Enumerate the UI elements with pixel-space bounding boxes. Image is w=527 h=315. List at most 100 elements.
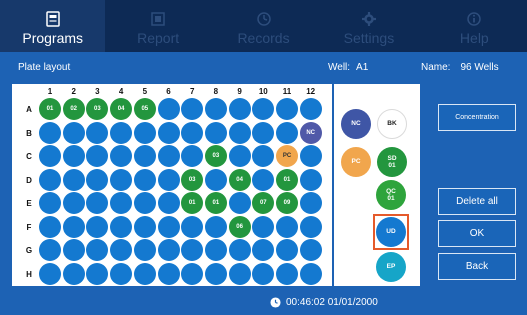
well-E5[interactable] <box>133 192 156 214</box>
well-F3[interactable] <box>86 215 109 238</box>
tab-records[interactable]: Records <box>211 0 316 52</box>
type-nc-button[interactable]: NC <box>341 109 371 139</box>
well-B10[interactable] <box>252 121 275 144</box>
well-D3[interactable] <box>86 168 109 191</box>
well-B11[interactable] <box>276 121 298 144</box>
well-G12[interactable] <box>299 239 322 261</box>
well-B6[interactable] <box>157 121 180 144</box>
type-sd-button[interactable]: SD 01 <box>377 147 407 177</box>
well-G11[interactable] <box>276 239 298 261</box>
well-A8[interactable] <box>204 98 227 120</box>
well-E12[interactable] <box>299 192 322 214</box>
well-H2[interactable] <box>62 262 85 285</box>
tab-report[interactable]: Report <box>105 0 210 52</box>
well-C2[interactable] <box>62 145 85 167</box>
well-D5[interactable] <box>133 168 156 191</box>
well-C3[interactable] <box>86 145 109 167</box>
well-F6[interactable] <box>157 215 180 238</box>
well-G4[interactable] <box>110 239 133 261</box>
well-G5[interactable] <box>133 239 156 261</box>
well-F7[interactable] <box>181 215 204 238</box>
well-A12[interactable] <box>299 98 322 120</box>
well-H6[interactable] <box>157 262 180 285</box>
well-B3[interactable] <box>86 121 109 144</box>
well-C8[interactable]: 03 <box>204 145 227 167</box>
well-C9[interactable] <box>228 145 251 167</box>
tab-programs[interactable]: Programs <box>0 0 106 52</box>
well-B1[interactable] <box>39 121 61 144</box>
well-H7[interactable] <box>181 262 204 285</box>
well-C10[interactable] <box>252 145 275 167</box>
well-F11[interactable] <box>276 215 298 238</box>
type-ep-button[interactable]: EP <box>376 252 406 282</box>
well-F5[interactable] <box>133 215 156 238</box>
well-C12[interactable] <box>299 145 322 167</box>
concentration-button[interactable]: Concentration <box>438 104 516 131</box>
type-qc-button[interactable]: QC 01 <box>376 180 406 210</box>
well-E4[interactable] <box>110 192 133 214</box>
well-C6[interactable] <box>157 145 180 167</box>
well-F12[interactable] <box>299 215 322 238</box>
well-C4[interactable] <box>110 145 133 167</box>
well-A3[interactable]: 03 <box>86 98 109 120</box>
well-E8[interactable]: 01 <box>204 192 227 214</box>
well-A1[interactable]: 01 <box>39 98 61 120</box>
well-B8[interactable] <box>204 121 227 144</box>
well-D10[interactable] <box>252 168 275 191</box>
well-G8[interactable] <box>204 239 227 261</box>
well-A7[interactable] <box>181 98 204 120</box>
well-G9[interactable] <box>228 239 251 261</box>
well-A9[interactable] <box>228 98 251 120</box>
well-D11[interactable]: 01 <box>276 168 298 191</box>
well-E7[interactable]: 01 <box>181 192 204 214</box>
well-D2[interactable] <box>62 168 85 191</box>
well-B7[interactable] <box>181 121 204 144</box>
type-pc-button[interactable]: PC <box>341 147 371 177</box>
well-D8[interactable] <box>204 168 227 191</box>
well-H8[interactable] <box>204 262 227 285</box>
well-H12[interactable] <box>299 262 322 285</box>
well-G10[interactable] <box>252 239 275 261</box>
well-A4[interactable]: 04 <box>110 98 133 120</box>
well-D1[interactable] <box>39 168 61 191</box>
well-F4[interactable] <box>110 215 133 238</box>
well-D9[interactable]: 04 <box>228 168 251 191</box>
well-H10[interactable] <box>252 262 275 285</box>
well-F10[interactable] <box>252 215 275 238</box>
well-H11[interactable] <box>276 262 298 285</box>
well-H1[interactable] <box>39 262 61 285</box>
well-B12[interactable]: NC <box>299 121 322 144</box>
well-G3[interactable] <box>86 239 109 261</box>
well-C5[interactable] <box>133 145 156 167</box>
well-D12[interactable] <box>299 168 322 191</box>
tab-help[interactable]: Help <box>422 0 527 52</box>
well-E3[interactable] <box>86 192 109 214</box>
well-A11[interactable] <box>276 98 298 120</box>
well-H3[interactable] <box>86 262 109 285</box>
type-ud-button[interactable]: UD <box>376 217 406 247</box>
type-bk-button[interactable]: BK <box>377 109 407 139</box>
ok-button[interactable]: OK <box>438 220 516 247</box>
well-B5[interactable] <box>133 121 156 144</box>
well-E1[interactable] <box>39 192 61 214</box>
well-D4[interactable] <box>110 168 133 191</box>
well-H5[interactable] <box>133 262 156 285</box>
well-G2[interactable] <box>62 239 85 261</box>
well-F8[interactable] <box>204 215 227 238</box>
well-E9[interactable] <box>228 192 251 214</box>
well-G6[interactable] <box>157 239 180 261</box>
well-C11[interactable]: PC <box>276 145 298 167</box>
well-B4[interactable] <box>110 121 133 144</box>
well-F1[interactable] <box>39 215 61 238</box>
well-A2[interactable]: 02 <box>62 98 85 120</box>
well-A5[interactable]: 05 <box>133 98 156 120</box>
well-E11[interactable]: 09 <box>276 192 298 214</box>
tab-settings[interactable]: Settings <box>316 0 421 52</box>
well-F9[interactable]: 06 <box>228 215 251 238</box>
well-E10[interactable]: 07 <box>252 192 275 214</box>
well-E2[interactable] <box>62 192 85 214</box>
well-G1[interactable] <box>39 239 61 261</box>
well-D6[interactable] <box>157 168 180 191</box>
well-F2[interactable] <box>62 215 85 238</box>
well-A6[interactable] <box>157 98 180 120</box>
